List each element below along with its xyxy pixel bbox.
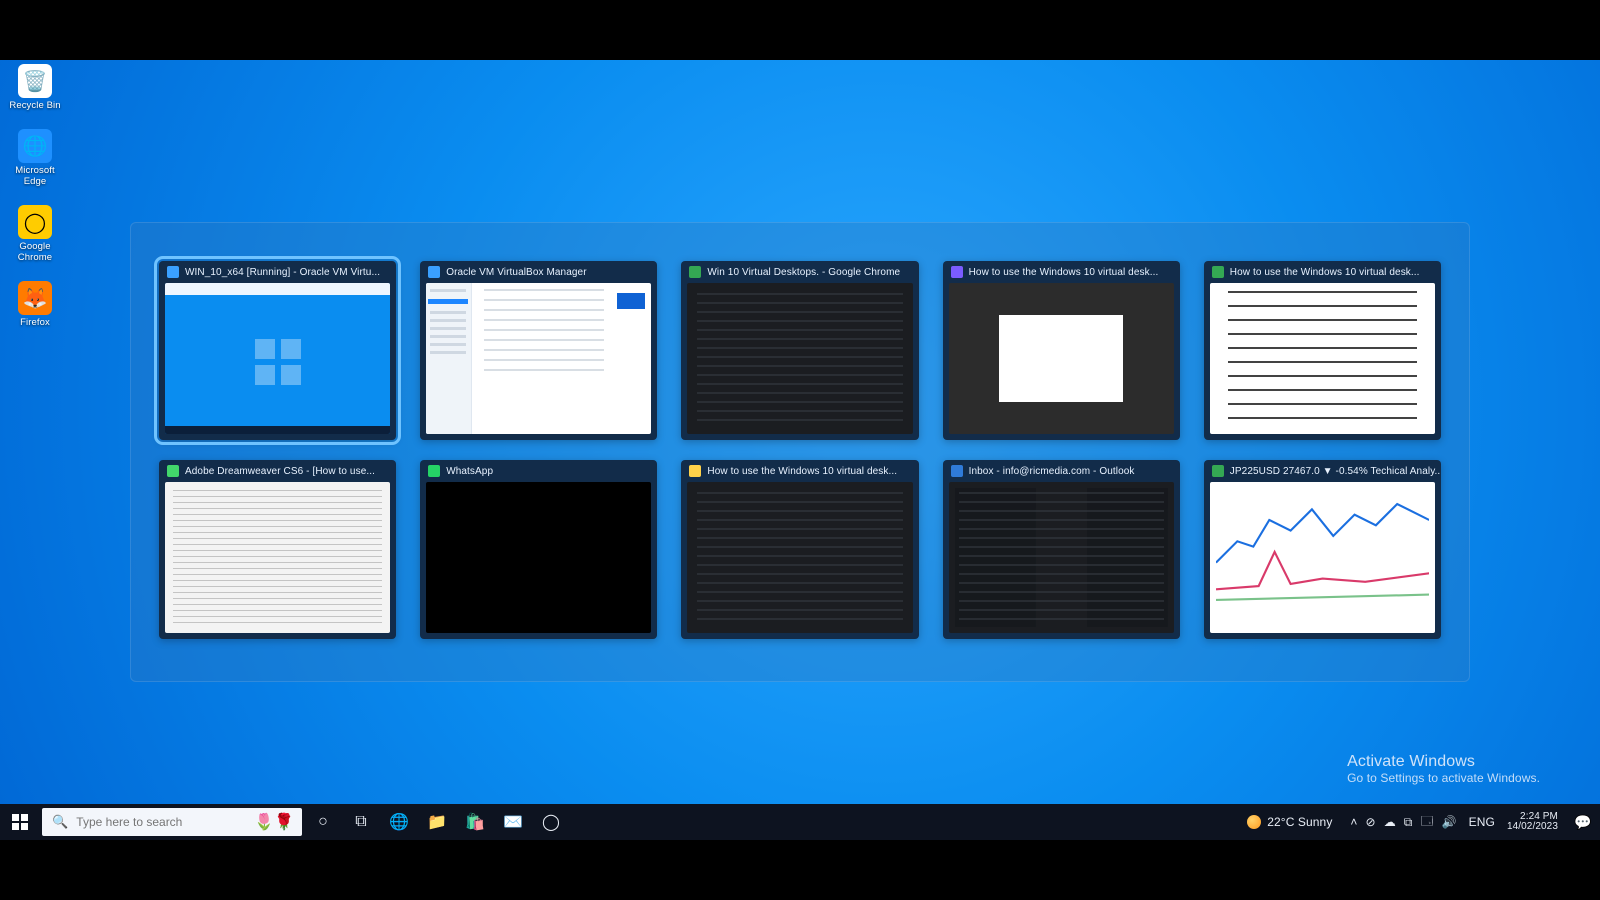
- tray-icon-2[interactable]: ☁: [1384, 815, 1396, 829]
- switcher-window-7[interactable]: How to use the Windows 10 virtual desk..…: [681, 460, 918, 639]
- switcher-app-icon: [428, 465, 440, 477]
- taskbar-app-store[interactable]: 🛍️: [456, 804, 494, 840]
- desktop-icon-microsoft-edge[interactable]: 🌐 Microsoft Edge: [6, 129, 64, 187]
- weather-sun-icon: [1247, 815, 1261, 829]
- switcher-window-4[interactable]: How to use the Windows 10 virtual desk..…: [1204, 261, 1441, 440]
- switcher-app-icon: [689, 465, 701, 477]
- switcher-window-title: How to use the Windows 10 virtual desk..…: [1230, 267, 1420, 278]
- tray-icon-3[interactable]: ⧉: [1404, 815, 1413, 830]
- switcher-window-6[interactable]: WhatsApp: [420, 460, 657, 639]
- switcher-window-titlebar: Adobe Dreamweaver CS6 - [How to use...: [159, 460, 396, 482]
- switcher-app-icon: [951, 465, 963, 477]
- switcher-window-titlebar: Oracle VM VirtualBox Manager: [420, 261, 657, 283]
- switcher-window-preview: [949, 283, 1174, 434]
- switcher-window-titlebar: WhatsApp: [420, 460, 657, 482]
- switcher-app-icon: [1212, 465, 1224, 477]
- microsoft-edge-icon: 🌐: [18, 129, 52, 163]
- taskbar-search[interactable]: 🔍 🌷🌹: [42, 808, 302, 836]
- switcher-window-title: WhatsApp: [446, 466, 493, 477]
- switcher-window-title: How to use the Windows 10 virtual desk..…: [707, 466, 897, 477]
- task-switcher: WIN_10_x64 [Running] - Oracle VM Virtu..…: [130, 222, 1470, 682]
- switcher-window-5[interactable]: Adobe Dreamweaver CS6 - [How to use...: [159, 460, 396, 639]
- taskbar-app-mail[interactable]: ✉️: [494, 804, 532, 840]
- taskbar-app-chrome[interactable]: ◯: [532, 804, 570, 840]
- switcher-window-preview: [1210, 482, 1435, 633]
- switcher-app-icon: [951, 266, 963, 278]
- switcher-app-icon: [689, 266, 701, 278]
- switcher-window-preview: [426, 283, 651, 434]
- desktop-icon-recycle-bin[interactable]: 🗑️ Recycle Bin: [6, 64, 64, 111]
- system-tray: ˄ ⊘ ☁ ⧉ 🗔 🔊: [1342, 812, 1464, 833]
- clock-date: 14/02/2023: [1507, 822, 1558, 833]
- desktop-icons: 🗑️ Recycle Bin 🌐 Microsoft Edge ◯ Google C…: [6, 64, 64, 329]
- tray-icon-4[interactable]: 🗔: [1420, 812, 1433, 833]
- taskbar-app-edge[interactable]: 🌐: [380, 804, 418, 840]
- switcher-window-preview: [687, 482, 912, 633]
- tray-icon-5[interactable]: 🔊: [1442, 815, 1457, 829]
- switcher-window-title: JP225USD 27467.0 ▼ -0.54% Techical Analy…: [1230, 466, 1441, 477]
- start-button[interactable]: [0, 804, 40, 840]
- switcher-window-preview: [426, 482, 651, 633]
- switcher-window-titlebar: JP225USD 27467.0 ▼ -0.54% Techical Analy…: [1204, 460, 1441, 482]
- switcher-window-preview: [949, 482, 1174, 633]
- switcher-window-titlebar: Inbox - info@ricmedia.com - Outlook: [943, 460, 1180, 482]
- watermark-subtitle: Go to Settings to activate Windows.: [1347, 771, 1540, 785]
- switcher-window-titlebar: How to use the Windows 10 virtual desk..…: [1204, 261, 1441, 283]
- switcher-window-title: Inbox - info@ricmedia.com - Outlook: [969, 466, 1135, 477]
- switcher-window-titlebar: How to use the Windows 10 virtual desk..…: [681, 460, 918, 482]
- switcher-window-preview: [165, 482, 390, 633]
- desktop-icon-google-chrome[interactable]: ◯ Google Chrome: [6, 205, 64, 263]
- switcher-window-title: Oracle VM VirtualBox Manager: [446, 267, 586, 278]
- switcher-window-titlebar: How to use the Windows 10 virtual desk..…: [943, 261, 1180, 283]
- switcher-window-title: How to use the Windows 10 virtual desk..…: [969, 267, 1159, 278]
- weather-text: 22°C Sunny: [1267, 815, 1332, 829]
- google-chrome-icon: ◯: [18, 205, 52, 239]
- watermark-title: Activate Windows: [1347, 753, 1540, 771]
- desktop-icon-label: Firefox: [20, 318, 50, 328]
- cortana-button[interactable]: ○: [304, 804, 342, 840]
- switcher-window-titlebar: WIN_10_x64 [Running] - Oracle VM Virtu..…: [159, 261, 396, 283]
- search-input[interactable]: [76, 815, 236, 829]
- tray-language[interactable]: ENG: [1465, 815, 1499, 829]
- switcher-window-3[interactable]: How to use the Windows 10 virtual desk..…: [943, 261, 1180, 440]
- switcher-app-icon: [167, 465, 179, 477]
- letterbox-bottom: [0, 840, 1600, 900]
- desktop-icon-label: Recycle Bin: [9, 101, 60, 111]
- switcher-app-icon: [428, 266, 440, 278]
- switcher-window-preview: [165, 283, 390, 434]
- switcher-window-title: Win 10 Virtual Desktops. - Google Chrome: [707, 267, 900, 278]
- taskbar-app-explorer[interactable]: 📁: [418, 804, 456, 840]
- switcher-window-1[interactable]: Oracle VM VirtualBox Manager: [420, 261, 657, 440]
- desktop-icon-label: Microsoft Edge: [6, 166, 64, 187]
- desktop-icon-firefox[interactable]: 🦊 Firefox: [6, 281, 64, 328]
- taskbar-weather[interactable]: 22°C Sunny: [1237, 815, 1342, 829]
- taskbar-clock[interactable]: 2:24 PM 14/02/2023: [1499, 812, 1566, 833]
- switcher-window-8[interactable]: Inbox - info@ricmedia.com - Outlook: [943, 460, 1180, 639]
- switcher-app-icon: [1212, 266, 1224, 278]
- switcher-window-preview: [1210, 283, 1435, 434]
- switcher-window-preview: [687, 283, 912, 434]
- recycle-bin-icon: 🗑️: [18, 64, 52, 98]
- switcher-window-title: WIN_10_x64 [Running] - Oracle VM Virtu..…: [185, 267, 380, 278]
- task-view-button[interactable]: ⧉: [342, 804, 380, 840]
- letterbox-top: [0, 0, 1600, 60]
- desktop-icon-label: Google Chrome: [6, 242, 64, 263]
- tray-icon-1[interactable]: ⊘: [1366, 815, 1376, 829]
- search-decoration-icon: 🌷🌹: [254, 812, 294, 832]
- firefox-icon: 🦊: [18, 281, 52, 315]
- switcher-app-icon: [167, 266, 179, 278]
- switcher-window-9[interactable]: JP225USD 27467.0 ▼ -0.54% Techical Analy…: [1204, 460, 1441, 639]
- search-icon: 🔍: [52, 814, 68, 830]
- switcher-window-0[interactable]: WIN_10_x64 [Running] - Oracle VM Virtu..…: [159, 261, 396, 440]
- switcher-window-title: Adobe Dreamweaver CS6 - [How to use...: [185, 466, 375, 477]
- taskbar: 🔍 🌷🌹 ○ ⧉ 🌐 📁 🛍️ ✉️ ◯ 22°C Sunny ˄ ⊘ ☁ ⧉ 🗔 🔊 E…: [0, 804, 1600, 840]
- activation-watermark: Activate Windows Go to Settings to activ…: [1347, 753, 1540, 785]
- switcher-window-titlebar: Win 10 Virtual Desktops. - Google Chrome: [681, 261, 918, 283]
- tray-icon-0[interactable]: ˄: [1350, 815, 1357, 829]
- switcher-window-2[interactable]: Win 10 Virtual Desktops. - Google Chrome: [681, 261, 918, 440]
- action-center-button[interactable]: 💬: [1566, 814, 1600, 831]
